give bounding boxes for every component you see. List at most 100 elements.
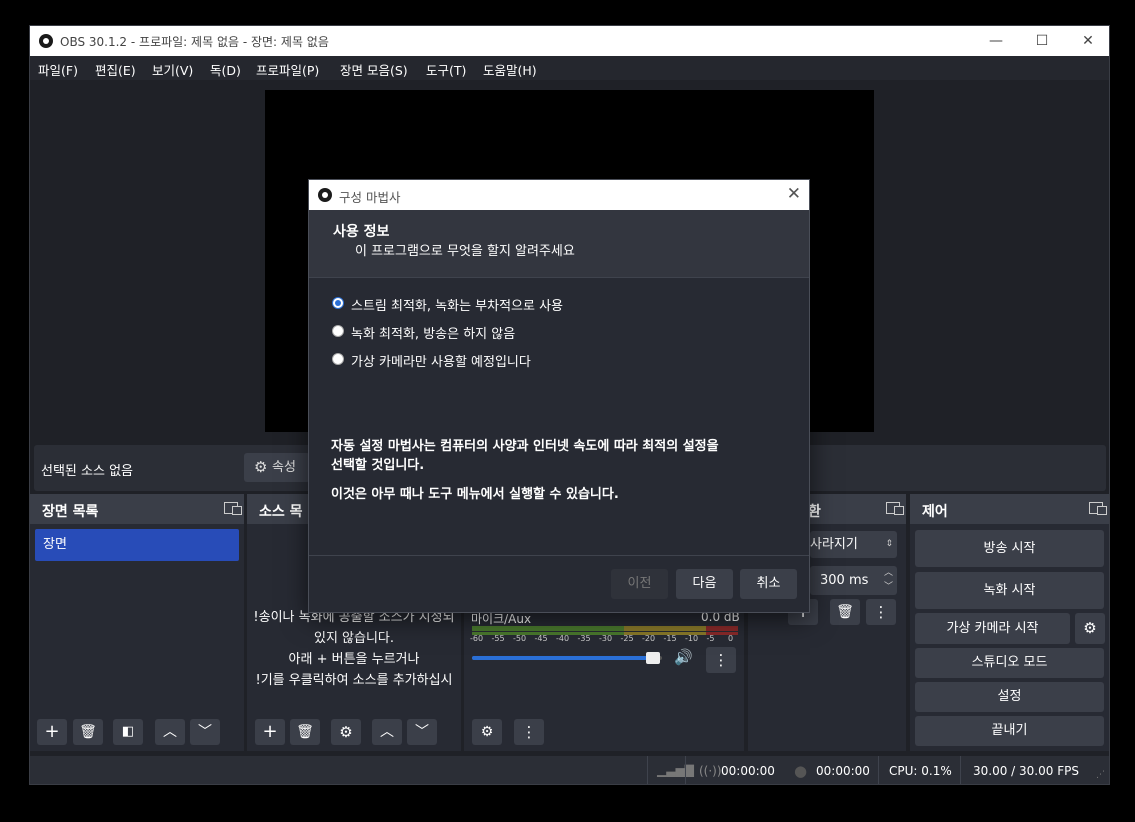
status-separator — [878, 756, 879, 784]
mixer-menu-button[interactable]: ⋮ — [514, 719, 544, 745]
cancel-button[interactable]: 취소 — [740, 569, 797, 599]
transition-type-select[interactable]: 사라지기 ⇕ — [810, 531, 897, 558]
maximize-button[interactable]: ☐ — [1019, 26, 1065, 56]
sources-hint-line-3: 아래 + 버튼을 누르거나 — [288, 652, 420, 667]
spinner-arrows-icon[interactable]: ︿ ﹀ — [884, 566, 893, 594]
menu-docks[interactable]: 독(D) — [210, 60, 241, 79]
wizard-description-line-2: 선택할 것입니다. — [331, 458, 425, 473]
virtual-camera-gear-icon[interactable]: ⚙ — [1075, 613, 1105, 644]
record-dot-icon: ● — [794, 762, 808, 780]
record-time: 00:00:00 — [816, 764, 870, 778]
float-dock-icon[interactable] — [1089, 502, 1107, 515]
move-source-down-button[interactable]: ﹀ — [407, 719, 437, 745]
dialog-header: 사용 정보 이 프로그램으로 무엇을 할지 알려주세요 — [309, 210, 809, 278]
settings-button[interactable]: 설정 — [915, 682, 1104, 712]
scenes-dock: 장면 목록 장면 + 🗑 ◧ ︿ ﹀ — [30, 494, 244, 751]
meter-scale-tick: -55 — [491, 634, 505, 643]
remove-transition-button[interactable]: 🗑 — [830, 599, 860, 625]
wizard-description-line-3: 이것은 아무 때나 도구 메뉴에서 실행할 수 있습니다. — [331, 487, 619, 502]
meter-scale-tick: -30 — [599, 634, 613, 643]
network-signal-icon: ▁▃▅▇ — [657, 763, 694, 777]
minimize-button[interactable]: — — [973, 26, 1019, 56]
meter-scale-tick: -15 — [663, 634, 677, 643]
no-source-selected-label: 선택된 소스 없음 — [41, 464, 133, 479]
transition-duration-value: 300 ms — [820, 573, 869, 588]
volume-slider[interactable] — [472, 652, 662, 664]
properties-label: 속성 — [272, 460, 296, 475]
wizard-description-line-1: 자동 설정 마법사는 컴퓨터의 사양과 인터넷 속도에 따라 최적의 설정을 — [331, 439, 719, 454]
source-properties-gear-icon[interactable]: ⚙ — [331, 719, 361, 745]
close-button[interactable]: ✕ — [1065, 26, 1109, 56]
menu-view[interactable]: 보기(V) — [152, 60, 193, 79]
move-scene-down-button[interactable]: ﹀ — [190, 719, 220, 745]
sources-hint-line-4: !기를 우클릭하여 소스를 추가하십시 — [255, 673, 453, 688]
audio-meter-red-zone — [706, 626, 738, 631]
volume-slider-handle[interactable] — [646, 652, 661, 664]
properties-button[interactable]: ⚙ 속성 — [244, 453, 310, 482]
meter-scale-tick: -10 — [685, 634, 699, 643]
dialog-footer-divider — [309, 555, 809, 556]
transition-duration-spinner[interactable]: 300 ms ︿ ﹀ — [810, 566, 897, 595]
studio-mode-button[interactable]: 스튜디오 모드 — [915, 648, 1104, 678]
dialog-subheading: 이 프로그램으로 무엇을 할지 알려주세요 — [355, 244, 575, 259]
move-scene-up-button[interactable]: ︿ — [155, 719, 185, 745]
mixer-channel-menu-button[interactable]: ⋮ — [706, 647, 736, 673]
meter-scale-tick: -60 — [470, 634, 484, 643]
float-dock-icon[interactable] — [224, 502, 242, 515]
add-scene-button[interactable]: + — [37, 719, 67, 745]
fps-readout: 30.00 / 30.00 FPS — [973, 764, 1079, 778]
remove-scene-button[interactable]: 🗑 — [73, 719, 103, 745]
controls-dock-title: 제어 — [922, 504, 948, 520]
speaker-icon[interactable]: 🔊 — [674, 648, 693, 666]
title-bar: OBS 30.1.2 - 프로파일: 제목 없음 - 장면: 제목 없음 — ☐… — [30, 26, 1109, 56]
dialog-title: 구성 마법사 — [339, 190, 401, 205]
dialog-close-icon[interactable]: ✕ — [787, 184, 801, 204]
stream-broadcast-icon: ((·)) — [699, 764, 722, 778]
float-dock-icon[interactable] — [886, 502, 904, 515]
menu-tools[interactable]: 도구(T) — [426, 60, 466, 79]
meter-scale-tick: -20 — [642, 634, 656, 643]
option-optimize-streaming-label[interactable]: 스트림 최적화, 녹화는 부차적으로 사용 — [351, 295, 563, 314]
status-bar: ▁▃▅▇ ((·)) 00:00:00 ● 00:00:00 CPU: 0.1%… — [30, 756, 1109, 784]
add-source-button[interactable]: + — [255, 719, 285, 745]
option-optimize-recording-label[interactable]: 녹화 최적화, 방송은 하지 않음 — [351, 323, 515, 342]
menu-scene-collection[interactable]: 장면 모음(S) — [340, 60, 408, 79]
option-virtual-camera-only-label[interactable]: 가상 카메라만 사용할 예정입니다 — [351, 351, 531, 370]
start-streaming-button[interactable]: 방송 시작 — [915, 530, 1104, 567]
obs-logo-icon — [318, 188, 332, 202]
radio-virtual-camera-only[interactable] — [332, 353, 344, 365]
menu-help[interactable]: 도움말(H) — [483, 60, 537, 79]
start-virtual-camera-button[interactable]: 가상 카메라 시작 — [915, 613, 1070, 644]
radio-optimize-streaming[interactable] — [332, 297, 344, 309]
meter-scale-tick: 0 — [728, 634, 734, 643]
scene-list-item[interactable]: 장면 — [35, 529, 239, 561]
gear-icon: ⚙ — [254, 458, 268, 476]
menu-file[interactable]: 파일(F) — [38, 60, 78, 79]
menu-edit[interactable]: 편집(E) — [95, 60, 136, 79]
meter-scale-tick: -25 — [620, 634, 634, 643]
exit-button[interactable]: 끝내기 — [915, 716, 1104, 746]
resize-grip-icon[interactable]: ⋰ — [1096, 770, 1105, 780]
meter-scale-tick: -35 — [577, 634, 591, 643]
sources-dock-title: 소스 목 — [259, 504, 303, 520]
transition-type-value: 사라지기 — [810, 537, 858, 552]
audio-meter-bar — [472, 626, 738, 631]
controls-dock: 제어 방송 시작 녹화 시작 가상 카메라 시작 ⚙ 스튜디오 모드 설정 끝내… — [910, 494, 1109, 751]
next-button[interactable]: 다음 — [676, 569, 733, 599]
meter-scale-tick: -50 — [513, 634, 527, 643]
mixer-advanced-gear-icon[interactable]: ⚙ — [472, 719, 502, 745]
remove-source-button[interactable]: 🗑 — [290, 719, 320, 745]
meter-scale-tick: -40 — [556, 634, 570, 643]
meter-scale-tick: -45 — [534, 634, 548, 643]
radio-optimize-recording[interactable] — [332, 325, 344, 337]
move-source-up-button[interactable]: ︿ — [372, 719, 402, 745]
scenes-dock-header: 장면 목록 — [30, 494, 244, 524]
window-title: OBS 30.1.2 - 프로파일: 제목 없음 - 장면: 제목 없음 — [60, 35, 329, 49]
scene-filters-button[interactable]: ◧ — [113, 719, 143, 745]
status-separator — [685, 756, 686, 784]
start-recording-button[interactable]: 녹화 시작 — [915, 572, 1104, 609]
transition-menu-button[interactable]: ⋮ — [866, 599, 896, 625]
menu-profile[interactable]: 프로파일(P) — [256, 60, 319, 79]
back-button[interactable]: 이전 — [611, 569, 668, 599]
stream-time: 00:00:00 — [721, 764, 775, 778]
